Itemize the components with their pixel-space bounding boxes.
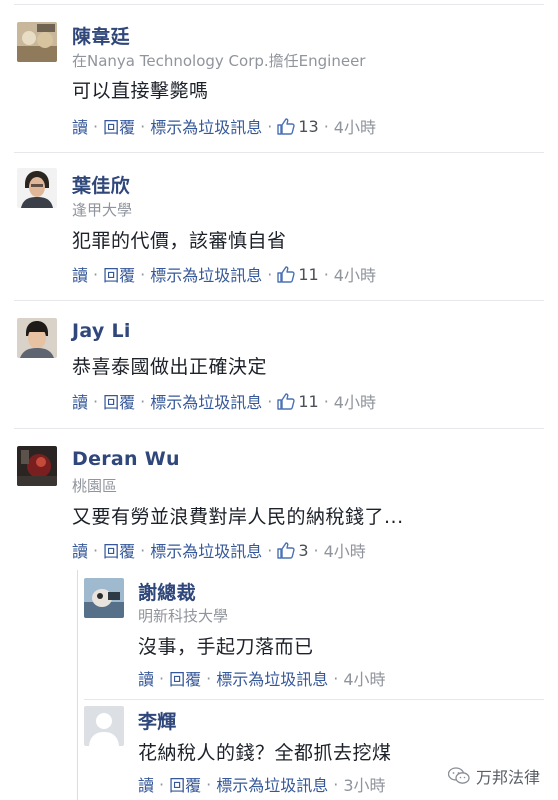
reply-link[interactable]: 回覆 <box>103 389 135 413</box>
wechat-icon <box>447 767 470 784</box>
read-link[interactable]: 讀 <box>138 666 154 690</box>
thumbs-up-icon[interactable] <box>277 541 295 559</box>
watermark-label: 万邦法律 <box>475 768 540 787</box>
mark-spam-link[interactable]: 標示為垃圾訊息 <box>150 389 262 413</box>
author-name[interactable]: 葉佳欣 <box>72 171 130 198</box>
timestamp[interactable]: 3小時 <box>343 772 385 796</box>
mark-spam-link[interactable]: 標示為垃圾訊息 <box>150 262 262 286</box>
like-count: 11 <box>298 391 319 411</box>
reply-thread-rule <box>77 570 78 800</box>
comment-actions: 讀 · 回覆 · 標示為垃圾訊息 · 11 · 4小時 <box>72 389 376 413</box>
reply-actions: 讀 · 回覆 · 標示為垃圾訊息 · 4小時 <box>138 666 386 690</box>
comment-divider <box>14 300 544 301</box>
reply-link[interactable]: 回覆 <box>169 772 201 796</box>
reply-actions: 讀 · 回覆 · 標示為垃圾訊息 · 3小時 <box>138 772 386 796</box>
author-subtitle: 在Nanya Technology Corp.擔任Engineer <box>72 52 366 70</box>
author-name[interactable]: 謝總裁 <box>138 578 196 605</box>
reply-text: 花納稅人的錢？全都抓去挖煤 <box>138 742 392 764</box>
read-link[interactable]: 讀 <box>72 114 88 138</box>
comment-text: 可以直接擊斃嗎 <box>72 80 209 102</box>
comment-actions: 讀 · 回覆 · 標示為垃圾訊息 · 11 · 4小時 <box>72 262 376 286</box>
mark-spam-link[interactable]: 標示為垃圾訊息 <box>216 772 328 796</box>
read-link[interactable]: 讀 <box>138 772 154 796</box>
thumbs-up-icon[interactable] <box>277 117 295 135</box>
default-avatar[interactable] <box>84 706 124 746</box>
comment-text: 又要有勞並浪費對岸人民的納稅錢了... <box>72 506 404 528</box>
read-link[interactable]: 讀 <box>72 389 88 413</box>
like-count: 11 <box>298 264 319 284</box>
author-subtitle: 桃園區 <box>72 477 118 495</box>
comment-divider <box>14 428 544 429</box>
reply-link[interactable]: 回覆 <box>169 666 201 690</box>
read-link[interactable]: 讀 <box>72 538 88 562</box>
mark-spam-link[interactable]: 標示為垃圾訊息 <box>150 114 262 138</box>
timestamp[interactable]: 4小時 <box>343 666 385 690</box>
avatar[interactable] <box>84 578 124 618</box>
comment-actions: 讀 · 回覆 · 標示為垃圾訊息 · 13 · 4小時 <box>72 114 376 138</box>
comment-text: 犯罪的代價，該審慎自省 <box>72 230 287 252</box>
comment-text: 恭喜泰國做出正確決定 <box>72 356 268 378</box>
author-name[interactable]: 陳韋廷 <box>72 22 130 49</box>
avatar[interactable] <box>17 22 57 62</box>
author-name[interactable]: Deran Wu <box>72 448 180 470</box>
avatar[interactable] <box>17 168 57 208</box>
author-subtitle: 逢甲大學 <box>72 201 133 219</box>
reply-link[interactable]: 回覆 <box>103 538 135 562</box>
mark-spam-link[interactable]: 標示為垃圾訊息 <box>150 538 262 562</box>
reply-text: 沒事，手起刀落而已 <box>138 636 314 658</box>
timestamp[interactable]: 4小時 <box>324 538 366 562</box>
like-count: 3 <box>298 540 309 560</box>
mark-spam-link[interactable]: 標示為垃圾訊息 <box>216 666 328 690</box>
timestamp[interactable]: 4小時 <box>334 114 376 138</box>
comment-divider <box>14 152 544 153</box>
thumbs-up-icon[interactable] <box>277 265 295 283</box>
reply-link[interactable]: 回覆 <box>103 262 135 286</box>
author-subtitle: 明新科技大學 <box>138 607 229 625</box>
reply-divider <box>84 699 544 700</box>
reply-link[interactable]: 回覆 <box>103 114 135 138</box>
comment-actions: 讀 · 回覆 · 標示為垃圾訊息 · 3 · 4小時 <box>72 538 366 562</box>
avatar[interactable] <box>17 318 57 358</box>
read-link[interactable]: 讀 <box>72 262 88 286</box>
top-divider <box>14 4 544 5</box>
author-name[interactable]: 李輝 <box>138 707 177 734</box>
like-count: 13 <box>298 116 319 136</box>
watermark: 万邦法律 <box>447 764 540 788</box>
timestamp[interactable]: 4小時 <box>334 389 376 413</box>
timestamp[interactable]: 4小時 <box>334 262 376 286</box>
thumbs-up-icon[interactable] <box>277 392 295 410</box>
avatar[interactable] <box>17 446 57 486</box>
author-name[interactable]: Jay Li <box>72 320 131 342</box>
